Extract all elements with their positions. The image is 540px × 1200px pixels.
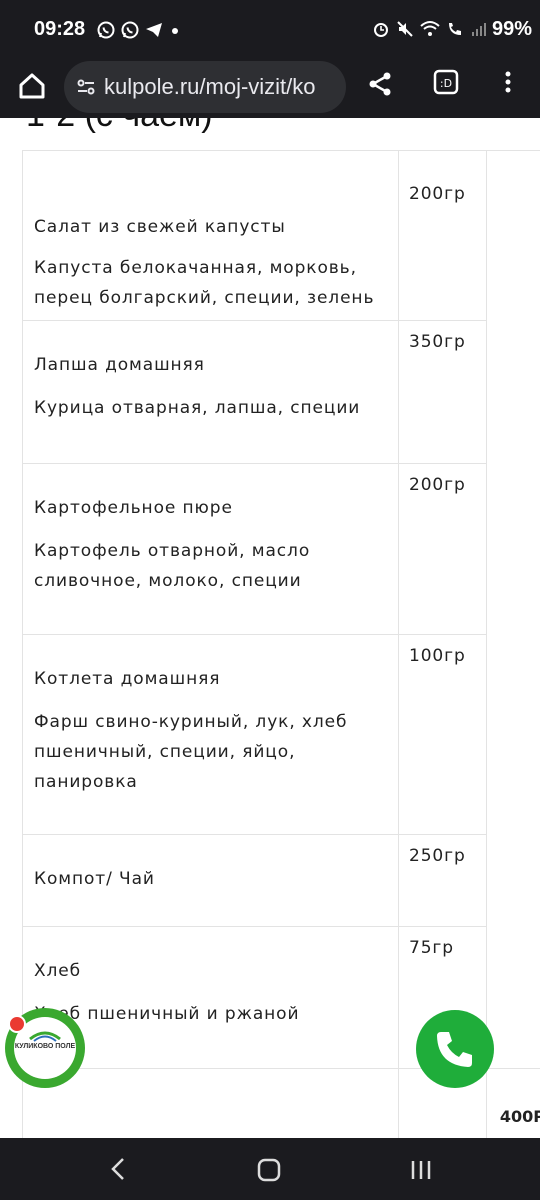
- battery-level: 99%: [491, 18, 532, 40]
- dish-weight: 200гр: [409, 475, 466, 495]
- dish-desc: Хлеб пшеничный и ржаной: [34, 1004, 300, 1024]
- table-row: Компот/ Чай 250гр: [22, 834, 540, 927]
- whatsapp-business-icon: [121, 21, 139, 39]
- telegram-icon: [146, 23, 162, 37]
- signal-icon: [472, 23, 486, 36]
- dish-desc: Картофель отварной, масло сливочное, мол…: [34, 541, 311, 591]
- weight-cell: 100гр: [398, 634, 487, 835]
- dish-name: Хлеб: [34, 961, 82, 981]
- dish-desc: Курица отварная, лапша, специи: [34, 398, 361, 418]
- weight-cell: 200гр: [398, 463, 487, 635]
- logo-text: КУЛИКОВО ПОЛЕ: [14, 1043, 76, 1050]
- dish-cell: Компот/ Чай: [22, 834, 399, 927]
- table-row: Салат из свежей капусты Капуста белокача…: [22, 150, 540, 1069]
- svg-text::D: :D: [440, 77, 452, 90]
- share-icon[interactable]: [366, 70, 394, 98]
- dish-name: Салат из свежей капусты: [34, 217, 286, 237]
- total-cell: 400Р: [486, 1068, 540, 1138]
- weight-cell: 250гр: [398, 834, 487, 927]
- tabs-count-icon[interactable]: :D: [432, 68, 460, 96]
- dish-name: Лапша домашняя: [34, 355, 205, 375]
- dish-desc: Фарш свино-куриный, лук, хлеб пшеничный,…: [34, 712, 348, 792]
- home-icon[interactable]: [16, 70, 48, 102]
- alarm-icon: [374, 23, 388, 37]
- whatsapp-icon: [97, 21, 115, 39]
- dish-name: Картофельное пюре: [34, 498, 233, 518]
- weight-cell: 350гр: [398, 320, 487, 464]
- dish-weight: 200гр: [409, 184, 466, 204]
- address-bar[interactable]: kulpole.ru/moj-vizit/ko: [64, 61, 346, 113]
- wifi-icon: [420, 21, 440, 36]
- price-cell: [486, 150, 540, 1069]
- status-time: 09:28: [34, 18, 86, 40]
- dish-cell: Лапша домашняя Курица отварная, лапша, с…: [22, 320, 399, 464]
- dish-weight: 350гр: [409, 332, 466, 352]
- dish-weight: 250гр: [409, 846, 466, 866]
- phone-icon: [437, 1032, 472, 1067]
- table-row: Котлета домашняя Фарш свино-куриный, лук…: [22, 634, 540, 835]
- menu-heading: 1-2 (с чаем): [26, 118, 213, 135]
- notification-badge: [8, 1015, 26, 1033]
- more-options-icon[interactable]: [500, 68, 516, 100]
- mute-icon: [397, 21, 413, 37]
- status-bar: 09:28 99%: [0, 0, 540, 58]
- url-text[interactable]: kulpole.ru/moj-vizit/ko: [104, 74, 344, 100]
- menu-table: Салат из свежей капусты Капуста белокача…: [22, 150, 540, 1138]
- more-notifications-dot-icon: [172, 28, 178, 34]
- page-content: 1-2 (с чаем) Салат из свежей капусты Кап…: [0, 118, 540, 1138]
- dish-weight: 75гр: [409, 938, 454, 958]
- system-nav-bar: [0, 1138, 540, 1200]
- notification-icons: [96, 20, 182, 40]
- browser-toolbar: kulpole.ru/moj-vizit/ko :D: [0, 58, 540, 118]
- system-icons: [372, 20, 488, 38]
- total-price: 400Р: [499, 1107, 540, 1126]
- call-button[interactable]: [416, 1010, 494, 1088]
- site-settings-icon[interactable]: [76, 77, 96, 97]
- dish-name: Компот/ Чай: [34, 869, 155, 889]
- dish-weight: 100гр: [409, 646, 466, 666]
- total-empty-cell: [22, 1068, 399, 1138]
- logo-emblem-icon: [29, 1031, 61, 1042]
- table-row: Картофельное пюре Картофель отварной, ма…: [22, 463, 540, 635]
- dish-cell: Котлета домашняя Фарш свино-куриный, лук…: [22, 634, 399, 835]
- back-icon[interactable]: [108, 1157, 128, 1181]
- dish-name: Котлета домашняя: [34, 669, 221, 689]
- wifi-calling-icon: [449, 23, 461, 35]
- dish-cell: Салат из свежей капусты Капуста белокача…: [22, 150, 399, 321]
- dish-desc: Капуста белокачанная, морковь, перец бол…: [34, 258, 375, 308]
- recents-icon[interactable]: [408, 1158, 434, 1182]
- table-row: Лапша домашняя Курица отварная, лапша, с…: [22, 320, 540, 464]
- dish-cell: Картофельное пюре Картофель отварной, ма…: [22, 463, 399, 635]
- weight-cell: 200гр: [398, 150, 487, 321]
- home-nav-icon[interactable]: [256, 1157, 282, 1183]
